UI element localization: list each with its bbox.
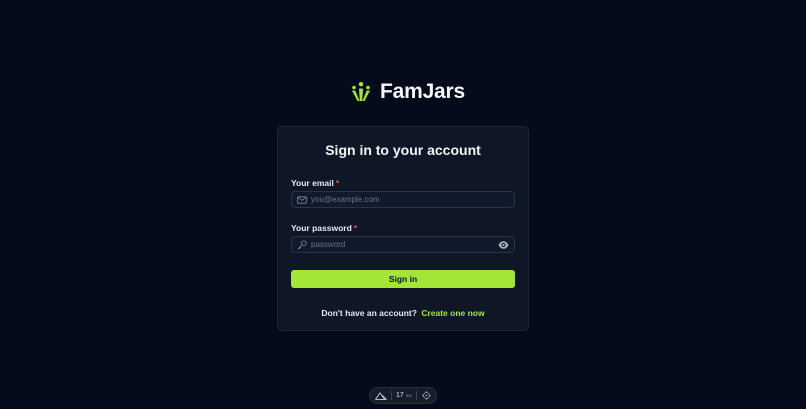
brand-name: FamJars — [380, 80, 465, 103]
eye-icon[interactable] — [498, 240, 509, 250]
sign-in-button[interactable]: Sign in — [291, 270, 515, 288]
signin-title: Sign in to your account — [325, 142, 481, 158]
required-mark: * — [335, 178, 340, 188]
render-time: 17 ms — [396, 392, 412, 399]
key-icon — [297, 240, 307, 250]
devtools-bar: 17 ms — [369, 387, 437, 404]
nuxt-icon[interactable] — [375, 392, 387, 400]
login-page: FamJars Sign in to your account Your ema… — [0, 0, 806, 409]
devtools-divider — [415, 391, 417, 400]
signup-prompt: Don't have an account? Create one now — [278, 308, 528, 318]
famjars-logo-icon — [352, 82, 370, 101]
signup-prompt-text: Don't have an account? — [321, 308, 417, 318]
required-mark: * — [353, 223, 358, 233]
create-account-link[interactable]: Create one now — [421, 308, 484, 318]
target-icon[interactable] — [421, 391, 431, 400]
email-label: Your email * — [291, 178, 340, 188]
password-field-wrapper — [291, 236, 515, 253]
signin-card: Sign in to your account Your email* Your… — [277, 126, 529, 331]
mail-icon — [297, 196, 307, 204]
devtools-divider — [391, 391, 392, 400]
brand-header: FamJars — [349, 79, 465, 105]
password-input[interactable] — [311, 237, 491, 252]
email-field-wrapper — [291, 191, 515, 208]
email-input[interactable] — [311, 192, 491, 207]
password-label: Your password * — [291, 223, 358, 233]
